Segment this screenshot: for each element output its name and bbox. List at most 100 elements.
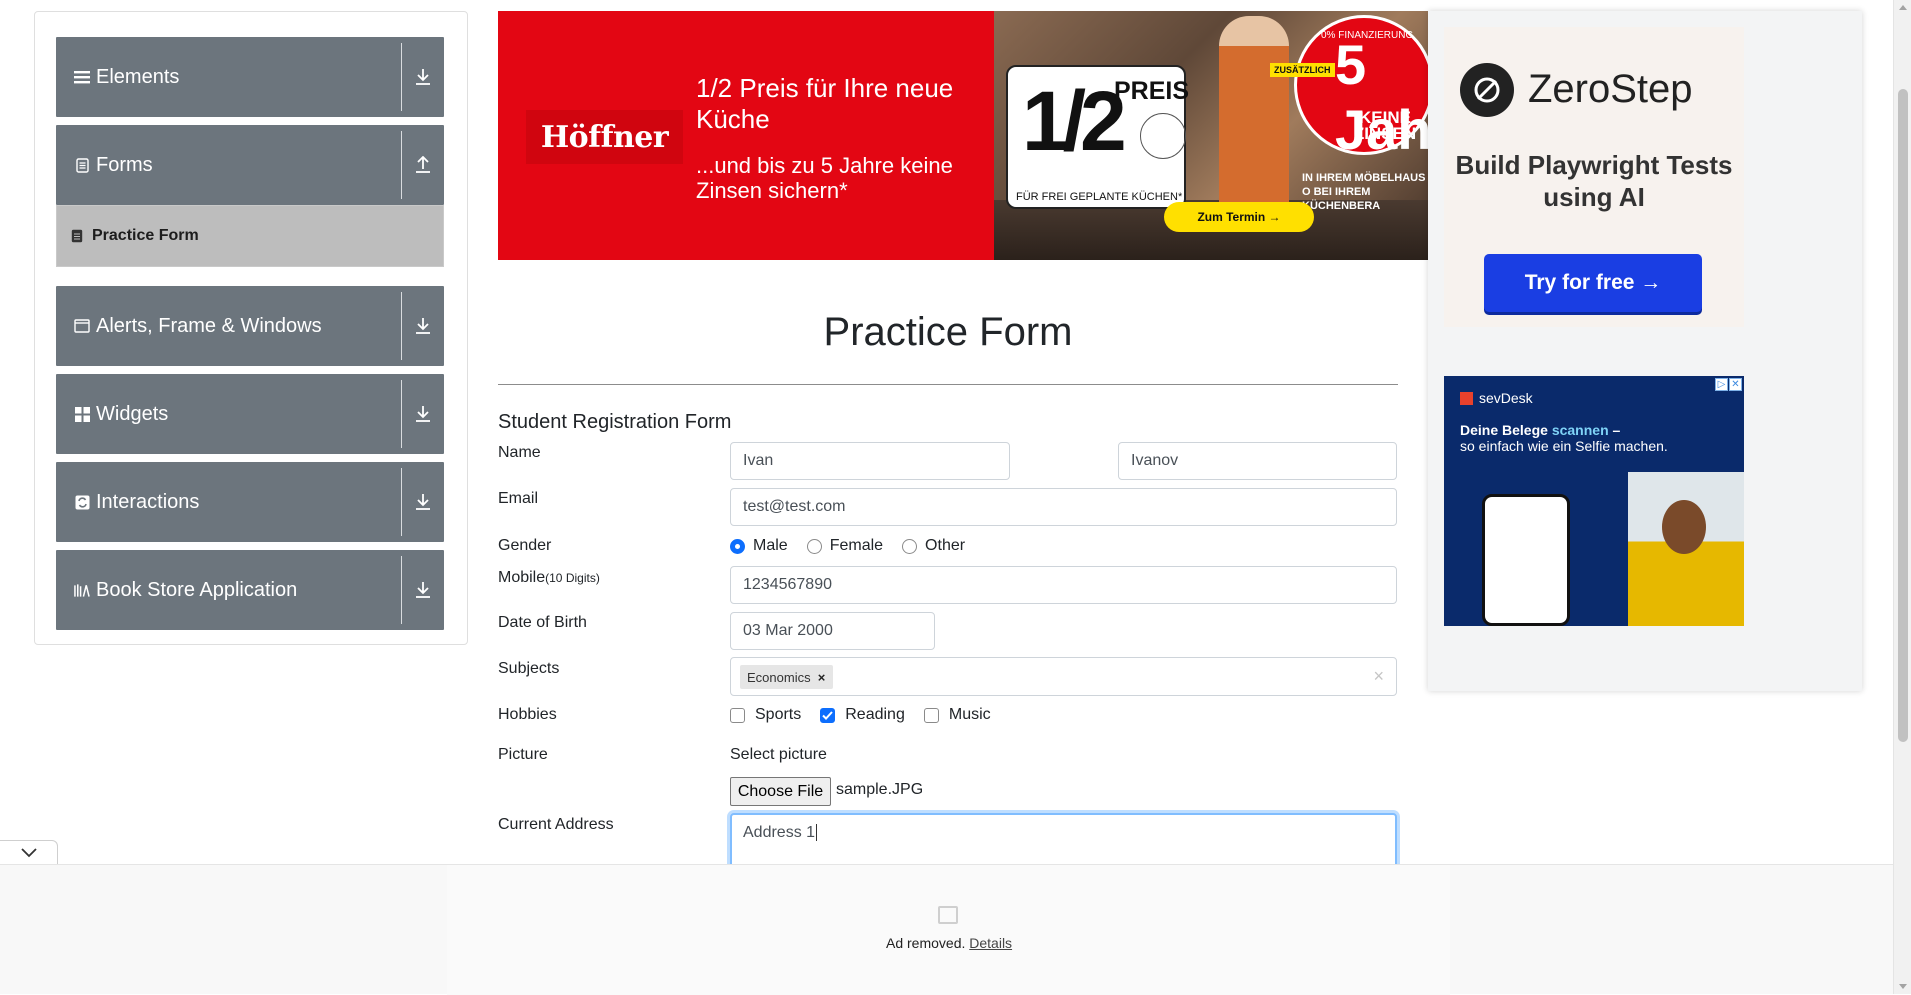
sevdesk-ad[interactable]: sevDesk Deine Belege scannen – so einfac… <box>1444 376 1744 626</box>
hobby-reading-checkbox[interactable] <box>820 707 836 723</box>
text-cursor: ​ <box>816 824 818 841</box>
banner-ad[interactable]: Höffner 1/2 Preis für Ihre neue Küche ..… <box>498 11 1428 260</box>
sidebar-group-widgets[interactable]: Widgets <box>56 374 444 454</box>
download-icon[interactable] <box>410 286 436 366</box>
sidebar-item-practice-form[interactable]: Practice Form <box>56 205 444 267</box>
sidebar-group-forms[interactable]: Forms <box>56 125 444 205</box>
sidebar-group-label: Widgets <box>96 402 169 425</box>
sidebar-group-label: Interactions <box>96 490 200 513</box>
download-icon[interactable] <box>410 550 436 630</box>
title-divider <box>498 384 1398 385</box>
current-address-label: Current Address <box>498 816 614 833</box>
last-name-input[interactable]: Ivanov <box>1118 442 1397 480</box>
select-picture-label: Select picture <box>730 746 827 763</box>
half-price-card: 1/2 PREIS FÜR FREI GEPLANTE KÜCHEN* <box>1006 65 1189 209</box>
left-panel: Elements Forms Practice Form Alerts, Fra… <box>34 11 468 645</box>
sidebar-group-interactions[interactable]: Interactions <box>56 462 444 542</box>
sevdesk-logo-icon <box>1460 391 1473 405</box>
zerostep-tagline: Build Playwright Tests using AI <box>1455 150 1733 212</box>
page-scrollbar[interactable] <box>1893 0 1911 994</box>
sidebar-group-book-store[interactable]: Book Store Application <box>56 550 444 630</box>
first-name-input[interactable]: Ivan <box>730 442 1010 480</box>
gender-label: Gender <box>498 537 552 554</box>
ad-removed-message: Ad removed. Details <box>886 935 1013 951</box>
zerostep-ad[interactable]: ZeroStep Build Playwright Tests using AI… <box>1444 27 1744 327</box>
grid-icon <box>74 406 90 422</box>
financing-badge: 0% FINANZIERUNG 5 Jahre KEINE ZINSEN <box>1294 15 1428 161</box>
sevdesk-brand: sevDesk <box>1460 390 1533 406</box>
form-icon <box>71 229 85 243</box>
adchoices-icon[interactable]: ▷ ✕ <box>1715 378 1742 391</box>
bottom-ad-slot <box>0 864 1893 995</box>
download-icon[interactable] <box>410 37 436 117</box>
zerostep-name: ZeroStep <box>1528 67 1693 111</box>
email-input[interactable]: test@test.com <box>730 488 1397 526</box>
hobbies-checkbox-group: Sports Reading Music <box>730 706 1010 724</box>
scroll-thumb[interactable] <box>1898 89 1908 742</box>
hobbies-label: Hobbies <box>498 706 557 723</box>
gender-male-radio[interactable] <box>730 538 745 554</box>
hobby-music-option[interactable]: Music <box>923 706 991 724</box>
sidebar-item-label: Practice Form <box>92 227 199 244</box>
sevdesk-headline: Deine Belege scannen – so einfach wie ei… <box>1460 422 1668 454</box>
phone-image <box>1482 494 1570 626</box>
books-icon <box>74 582 90 598</box>
selfie-photo <box>1628 472 1744 626</box>
try-for-free-button[interactable]: Try for free → <box>1484 254 1702 312</box>
interactions-icon <box>74 494 90 510</box>
ad-removed-icon <box>938 906 958 924</box>
zum-termin-button[interactable]: Zum Termin → <box>1164 202 1314 232</box>
dob-label: Date of Birth <box>498 614 587 631</box>
ad-headline: 1/2 Preis für Ihre neue Küche <box>696 73 954 134</box>
gender-female-option[interactable]: Female <box>806 537 883 555</box>
sidebar-group-label: Book Store Application <box>96 578 298 601</box>
hobby-music-checkbox[interactable] <box>923 707 939 723</box>
subjects-label: Subjects <box>498 660 560 677</box>
gender-other-option[interactable]: Other <box>902 537 965 555</box>
scroll-up-icon[interactable] <box>1899 5 1907 10</box>
gender-female-radio[interactable] <box>806 538 822 554</box>
gender-other-radio[interactable] <box>902 538 918 554</box>
date-of-birth-input[interactable]: 03 Mar 2000 <box>730 612 935 650</box>
subjects-input[interactable]: Economics × × <box>730 657 1397 696</box>
ad-photo: 1/2 PREIS FÜR FREI GEPLANTE KÜCHEN* 0% F… <box>994 11 1428 260</box>
hobby-sports-checkbox[interactable] <box>730 707 745 723</box>
page-title: Practice Form <box>823 310 1073 354</box>
download-icon[interactable] <box>410 462 436 542</box>
mobile-label: Mobile(10 Digits) <box>498 569 600 586</box>
file-name: sample.JPG <box>836 781 924 798</box>
picture-label: Picture <box>498 746 548 763</box>
seal-icon <box>1140 113 1186 159</box>
hobby-sports-option[interactable]: Sports <box>730 706 801 724</box>
clear-subjects-icon[interactable]: × <box>1373 666 1384 687</box>
document-icon <box>74 157 90 173</box>
email-label: Email <box>498 490 539 507</box>
sidebar-group-label: Forms <box>96 153 153 176</box>
sidebar-group-label: Alerts, Frame & Windows <box>96 314 322 337</box>
ad-subline: ...und bis zu 5 Jahre keine Zinsen siche… <box>696 153 953 203</box>
name-label: Name <box>498 444 541 461</box>
zerostep-logo-icon <box>1460 63 1514 117</box>
hamburger-icon <box>74 69 90 85</box>
ad-details-link[interactable]: Details <box>969 935 1012 951</box>
chevron-down-icon <box>20 845 37 863</box>
subject-chip: Economics × <box>740 665 833 689</box>
form-subtitle: Student Registration Form <box>498 411 732 433</box>
window-icon <box>74 318 90 334</box>
scroll-down-icon[interactable] <box>1899 984 1907 989</box>
hoffner-logo: Höffner <box>526 110 683 164</box>
mobile-hint: (10 Digits) <box>545 571 600 585</box>
right-ad-column: ZeroStep Build Playwright Tests using AI… <box>1428 11 1862 691</box>
gender-radio-group: Male Female Other <box>730 537 984 555</box>
choose-file-button[interactable]: Choose File <box>730 777 831 806</box>
checkmark-icon <box>822 710 833 720</box>
remove-subject-icon[interactable]: × <box>811 670 833 685</box>
sidebar-group-alerts[interactable]: Alerts, Frame & Windows <box>56 286 444 366</box>
sidebar-group-label: Elements <box>96 65 180 88</box>
download-icon[interactable] <box>410 374 436 454</box>
hobby-reading-option[interactable]: Reading <box>820 706 905 724</box>
upload-icon[interactable] <box>410 125 436 205</box>
sidebar-group-elements[interactable]: Elements <box>56 37 444 117</box>
gender-male-option[interactable]: Male <box>730 537 788 555</box>
mobile-input[interactable]: 1234567890 <box>730 566 1397 604</box>
